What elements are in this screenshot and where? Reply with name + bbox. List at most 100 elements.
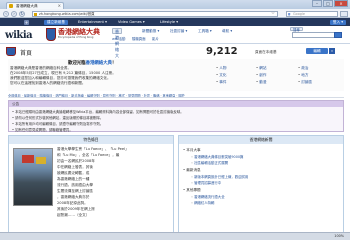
wikia-global-bar: + 建立新維基 Entertainment ▾ Video Games ▾ Li… xyxy=(0,18,350,26)
welcome-title: 歡迎光臨香港網絡大典！ xyxy=(68,61,117,66)
bookmark-star-icon[interactable]: ☆ xyxy=(271,12,275,16)
news-link[interactable]: 社區編輯活動正式展開 xyxy=(191,160,228,165)
menu-video-games[interactable]: Video Games ▾ xyxy=(118,18,145,26)
announcement-line: 請勿以任何形式抄襲其他網站，違反版權的條目將被刪除。 xyxy=(12,115,103,120)
address-bar-row: ‹ › ↻ zh.hongkong.wikia.com/wiki/首頁 ☆ g … xyxy=(0,9,350,18)
featured-header: 特色條目 xyxy=(9,136,173,144)
welcome-line: 您可以在這裡找到香港人的網絡流行語和新聞。 xyxy=(10,81,86,85)
webpage: + 建立新維基 Entertainment ▾ Video Games ▾ Li… xyxy=(0,18,350,232)
page-title: 首頁 xyxy=(20,50,33,57)
news-link[interactable]: 管理員招募進行中 xyxy=(191,180,221,185)
news-section-head: 本月大事 xyxy=(183,148,200,153)
close-window-icon[interactable]: × xyxy=(334,0,348,7)
portal-link[interactable]: 動漫 xyxy=(256,80,266,85)
url-text: zh.hongkong.wikia.com/wiki/首頁 xyxy=(39,11,95,16)
site-subtitle: Encyclopedia of Hong Kong xyxy=(58,36,94,39)
featured-text: 初由一名網民於2008年 xyxy=(57,159,95,163)
featured-article-panel: 特色條目 香港大學學生會「Lu Faece」、「Lu Peel」 和「Lu Mo… xyxy=(8,135,174,232)
site-icon xyxy=(34,12,37,16)
portal-link[interactable]: 網站 xyxy=(256,66,266,71)
edit-dropdown-icon[interactable]: ▾ xyxy=(329,48,335,54)
quick-links-bar[interactable]: 全部條目 · 最新條目 · 隨機條目 · 熱門條目 · 新手指南 · 編輯守則 … xyxy=(8,93,344,98)
search-icon[interactable] xyxy=(334,32,342,38)
subnav-wiki-activity[interactable]: wiki活動 xyxy=(112,36,125,41)
start-wiki-button[interactable]: 建立新維基 xyxy=(44,19,68,25)
forward-icon[interactable]: › xyxy=(11,10,17,17)
status-bar: 100% xyxy=(0,232,350,240)
wikia-logo[interactable]: wikia xyxy=(5,30,33,41)
news-panel: 香港網絡新聞 本月大事 香港網絡大典條目數突破9000篇 社區編輯活動正式展開 … xyxy=(178,135,344,232)
featured-text: 和「Lu Mo」，全名「Lu Faece」，最 xyxy=(57,153,120,157)
nav-news[interactable]: 新聞動態 ▾ xyxy=(142,29,159,34)
edit-button[interactable]: 編輯 xyxy=(306,48,328,54)
image-detail xyxy=(36,157,46,164)
announcement-line: 本站已經順利由香港網絡大典論壇轉移至Wikia平台，編輯資料與內容全部保留，如有… xyxy=(12,109,184,114)
site-logo[interactable]: 香港網絡大典 Encyclopedia of Hong Kong xyxy=(46,27,100,43)
featured-text: 被網民廣泛轉載，成 xyxy=(57,171,90,175)
nav-community[interactable]: 社區討論 ▾ xyxy=(170,29,187,34)
news-link[interactable]: 香港網絡大典條目數突破9000篇 xyxy=(191,154,243,159)
announcement-box: 公告 本站已經順利由香港網絡大典論壇轉移至Wikia平台，編輯資料與內容全部保留… xyxy=(8,100,344,132)
announcement-header: 公告 xyxy=(9,101,343,107)
news-header: 香港網絡新聞 xyxy=(179,136,343,144)
portal-link[interactable]: 事件 xyxy=(216,80,226,85)
featured-text: 生間流傳至網上討論區 xyxy=(57,189,93,193)
portal-link[interactable]: 人物 xyxy=(216,66,226,71)
window-controls: – □ × xyxy=(311,0,348,7)
search-input[interactable] xyxy=(292,32,340,38)
featured-text: 2008年記錄此詞。 xyxy=(57,201,88,205)
announcement-line: 如有任何意見或問題，請聯絡管理員。 xyxy=(12,127,73,132)
google-icon: g xyxy=(288,11,291,16)
favicon-icon xyxy=(9,4,13,8)
search-label: 搜尋 xyxy=(290,27,303,32)
news-link[interactable]: 網絡紅人特輯 xyxy=(191,200,214,205)
news-section-head: 最新消息 xyxy=(183,168,200,173)
tab-title: 香港網絡大典 xyxy=(16,4,38,8)
minimize-icon[interactable]: – xyxy=(312,0,322,7)
featured-text: 其後於2009年在網上掀 xyxy=(57,207,95,211)
login-button[interactable]: 登入 ▾ xyxy=(329,19,346,25)
portal-link[interactable]: 討論區 xyxy=(298,80,312,85)
subnav-videos[interactable]: 影片 xyxy=(152,36,159,41)
page-count: 9,212 xyxy=(206,46,238,57)
zoom-level[interactable]: 100% xyxy=(334,234,344,238)
nav-tools[interactable]: 工具箱 ▾ xyxy=(198,29,212,34)
wiki-header: wikia 香港網絡大典 Encyclopedia of Hong Kong 香… xyxy=(0,26,350,70)
news-link[interactable]: 香港網絡流行語大全 xyxy=(191,194,225,199)
news-section-head: 其他專題 xyxy=(183,188,200,193)
image-detail xyxy=(22,155,34,163)
nav-home[interactable]: 香港網絡大典 ▾ xyxy=(112,28,122,70)
page-count-label: 頁面在本維基 xyxy=(255,50,277,54)
browser-titlebar: 香港網絡大典 × – □ × xyxy=(0,0,350,9)
page-header: 首頁 9,212 頁面在本維基 編輯 ▾ xyxy=(0,45,350,57)
featured-text: 中在網絡上發表，其後 xyxy=(57,165,93,169)
featured-text: 起熱潮……（全文） xyxy=(57,213,90,217)
subnav-random[interactable]: 隨機頁面 xyxy=(132,36,146,41)
browser-search-placeholder: Google xyxy=(293,11,305,16)
portal-link[interactable]: 地方 xyxy=(298,73,308,78)
news-link[interactable]: 新版本網頁設計已經上線，歡迎試用 xyxy=(191,174,248,179)
menu-entertainment[interactable]: Entertainment ▾ xyxy=(78,18,107,26)
featured-text: 香港大學學生會「Lu Faece」、「Lu Peel」 xyxy=(57,147,129,151)
portal-link[interactable]: 政治 xyxy=(298,66,308,71)
reload-icon[interactable]: ↻ xyxy=(19,10,25,17)
nav-navigation[interactable]: 導航 ▾ xyxy=(222,29,232,34)
page-menu-icon[interactable] xyxy=(340,10,348,17)
featured-text: 流行語。該用語由大學 xyxy=(57,183,93,187)
featured-image[interactable] xyxy=(13,148,53,206)
maximize-icon[interactable]: □ xyxy=(323,0,333,7)
featured-text: 為香港網絡上的一種 xyxy=(57,177,90,181)
announcement-line: 本站所有用戶均可編輯條目，請遵守編輯守則及寫作守則。 xyxy=(12,121,103,126)
browser-tab[interactable]: 香港網絡大典 × xyxy=(6,2,64,9)
featured-text: ，香港網絡大典亦於 xyxy=(57,195,90,199)
menu-lifestyle[interactable]: Lifestyle ▾ xyxy=(160,18,178,26)
crest-icon xyxy=(46,28,56,41)
back-icon[interactable]: ‹ xyxy=(3,10,9,17)
hk-crest-icon xyxy=(6,47,16,56)
welcome-box: 歡迎光臨香港網絡大典！ 香港網絡大典是香港的網絡百科全書。 在2008年5月27… xyxy=(8,59,344,91)
browser-search-field[interactable]: g Google xyxy=(286,10,338,17)
url-field[interactable]: zh.hongkong.wikia.com/wiki/首頁 ☆ xyxy=(32,10,278,17)
portal-link[interactable]: 創作 xyxy=(256,73,266,78)
portal-link[interactable]: 文化 xyxy=(216,73,226,78)
plus-icon[interactable]: + xyxy=(24,19,29,25)
